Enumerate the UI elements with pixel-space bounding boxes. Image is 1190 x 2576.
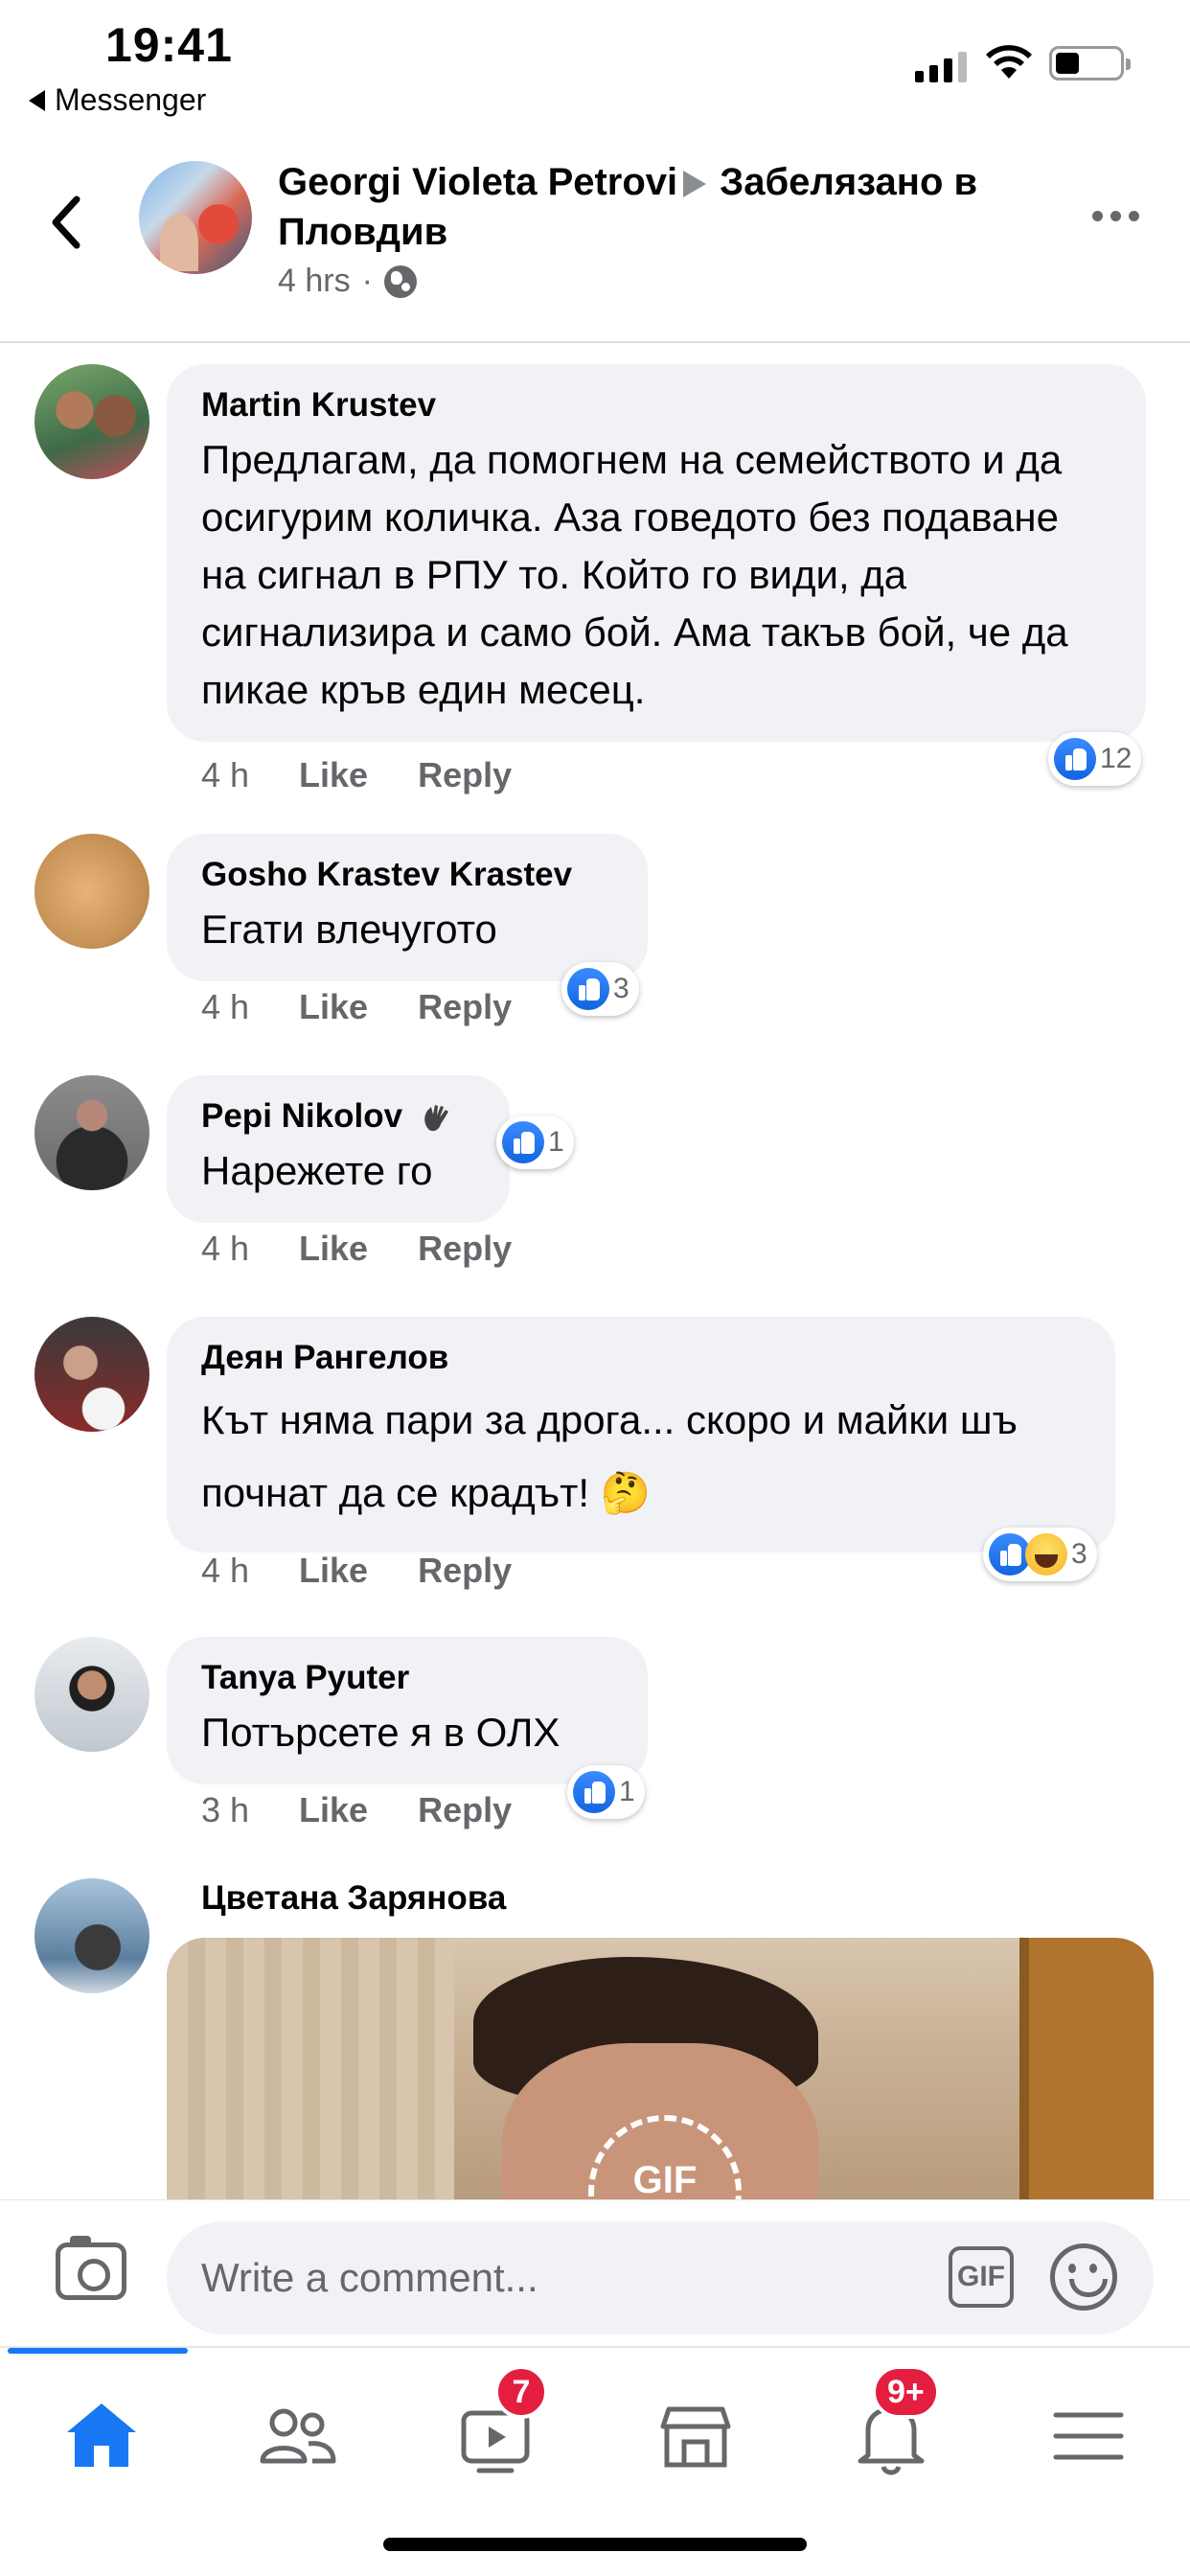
comment-actions: 4 h Like Reply <box>201 987 512 1027</box>
comment-author[interactable]: Деян Рангелов <box>201 1338 1081 1378</box>
reaction-summary[interactable]: 1 <box>567 1765 645 1819</box>
comment-bubble[interactable]: Pepi Nikolov Нарежете го <box>167 1075 510 1223</box>
reply-button[interactable]: Reply <box>418 1229 512 1269</box>
reply-button[interactable]: Reply <box>418 755 512 795</box>
active-tab-indicator <box>8 2348 188 2354</box>
comment-bubble[interactable]: Gosho Krastev Krastev Егати влечугото <box>167 834 648 981</box>
like-reaction-icon <box>502 1121 544 1163</box>
commenter-avatar[interactable] <box>34 364 149 479</box>
comment-time: 4 h <box>201 1551 250 1590</box>
like-reaction-icon <box>573 1771 615 1813</box>
commenter-avatar[interactable] <box>34 1317 149 1432</box>
comment-actions: 4 h Like Reply <box>201 1229 512 1269</box>
comment-time: 4 h <box>201 1229 250 1268</box>
post-meta: 4 hrs · <box>278 263 417 300</box>
post-author-avatar[interactable] <box>139 161 252 274</box>
reaction-count: 3 <box>613 973 629 1004</box>
like-button[interactable]: Like <box>299 1790 368 1830</box>
comment-bubble[interactable]: Tanya Pyuter Потърсете я в ОЛХ <box>167 1637 648 1784</box>
post-author-name[interactable]: Georgi Violeta Petrovi <box>278 161 677 203</box>
waving-hand-icon <box>424 1104 448 1131</box>
globe-icon <box>383 264 417 298</box>
gif-attachment[interactable]: GIF <box>167 1938 1154 2199</box>
comment-text: Предлагам, да помогнем на семейството и … <box>201 437 1068 712</box>
like-reaction-icon <box>1054 738 1096 780</box>
menu-icon[interactable] <box>1041 2386 1136 2482</box>
reaction-summary[interactable]: 3 <box>561 962 639 1016</box>
gif-button[interactable]: GIF <box>949 2246 1014 2308</box>
gif-background-frame <box>1019 1938 1154 2199</box>
battery-icon <box>1049 46 1131 80</box>
emoji-icon[interactable] <box>1050 2243 1117 2311</box>
comment-author[interactable]: Цветана Зарянова <box>201 1878 506 1919</box>
friends-icon[interactable] <box>249 2386 345 2482</box>
like-reaction-icon <box>567 968 609 1010</box>
comment-composer: GIF <box>0 2199 1190 2343</box>
reaction-count: 1 <box>619 1776 635 1807</box>
comment-time: 4 h <box>201 755 250 794</box>
commenter-avatar[interactable] <box>34 834 149 949</box>
reply-button[interactable]: Reply <box>418 987 512 1027</box>
post-time: 4 hrs <box>278 263 351 299</box>
comment-author[interactable]: Gosho Krastev Krastev <box>201 855 613 895</box>
commenter-avatar[interactable] <box>34 1075 149 1190</box>
watch-tab[interactable]: 7 <box>450 2365 548 2482</box>
reaction-count: 12 <box>1100 743 1133 774</box>
reply-button[interactable]: Reply <box>418 1551 512 1591</box>
comment-bubble[interactable]: Деян Рангелов Кът няма пари за дрога... … <box>167 1317 1115 1552</box>
status-bar: 19:41 Messenger <box>0 0 1190 125</box>
status-time: 19:41 <box>105 18 233 72</box>
play-arrow-icon <box>683 171 707 198</box>
notifications-tab[interactable]: 9+ <box>843 2365 940 2482</box>
back-arrow-icon[interactable] <box>48 194 86 251</box>
comment-text: Потърсете я в ОЛХ <box>201 1710 561 1755</box>
comment-author: Pepi Nikolov <box>201 1096 475 1137</box>
comment-time: 3 h <box>201 1790 250 1829</box>
reaction-summary[interactable]: 3 <box>983 1528 1097 1581</box>
comment-author[interactable]: Tanya Pyuter <box>201 1658 613 1698</box>
reaction-count: 3 <box>1071 1538 1087 1570</box>
comment-text: Кът няма пари за дрога... скоро и майки … <box>201 1397 1018 1515</box>
comment-actions: 4 h Like Reply <box>201 1551 512 1591</box>
comment-author[interactable]: Martin Krustev <box>201 385 1111 426</box>
reaction-summary[interactable]: 1 <box>496 1116 574 1169</box>
comment-author-name[interactable]: Pepi Nikolov <box>201 1097 402 1135</box>
reaction-summary[interactable]: 12 <box>1048 732 1142 786</box>
back-app-label: Messenger <box>55 82 207 117</box>
wifi-icon <box>986 45 1032 79</box>
back-triangle-icon <box>29 89 45 111</box>
reply-button[interactable]: Reply <box>418 1790 512 1830</box>
home-icon[interactable] <box>54 2386 149 2482</box>
commenter-avatar[interactable] <box>34 1637 149 1752</box>
commenter-avatar[interactable] <box>34 1878 149 1993</box>
comment-text: Нарежете го <box>201 1148 433 1193</box>
comment-actions: 3 h Like Reply <box>201 1790 512 1830</box>
reaction-count: 1 <box>548 1126 564 1158</box>
comment-actions: 4 h Like Reply <box>201 755 512 795</box>
watch-badge: 7 <box>494 2365 548 2419</box>
notifications-badge: 9+ <box>872 2365 940 2419</box>
marketplace-icon[interactable] <box>648 2386 744 2482</box>
like-button[interactable]: Like <box>299 1551 368 1591</box>
camera-icon[interactable] <box>56 2236 126 2300</box>
comments-list: Martin Krustev Предлагам, да помогнем на… <box>0 355 1190 2199</box>
comment-bubble[interactable]: Martin Krustev Предлагам, да помогнем на… <box>167 364 1146 742</box>
cellular-signal-icon <box>915 50 967 82</box>
back-to-messenger[interactable]: Messenger <box>29 82 206 118</box>
like-button[interactable]: Like <box>299 1229 368 1269</box>
home-indicator <box>383 2538 807 2551</box>
more-options-icon[interactable] <box>1092 211 1139 221</box>
comment-time: 4 h <box>201 987 250 1026</box>
like-button[interactable]: Like <box>299 755 368 795</box>
haha-reaction-icon <box>1025 1533 1067 1576</box>
like-button[interactable]: Like <box>299 987 368 1027</box>
meta-separator: · <box>361 263 373 299</box>
comment-text: Егати влечугото <box>201 907 497 952</box>
post-header: Georgi Violeta Petrovi Забелязано в Пловд… <box>0 134 1190 343</box>
post-title: Georgi Violeta Petrovi Забелязано в Пловд… <box>278 157 1064 257</box>
gif-background <box>167 1938 454 2199</box>
